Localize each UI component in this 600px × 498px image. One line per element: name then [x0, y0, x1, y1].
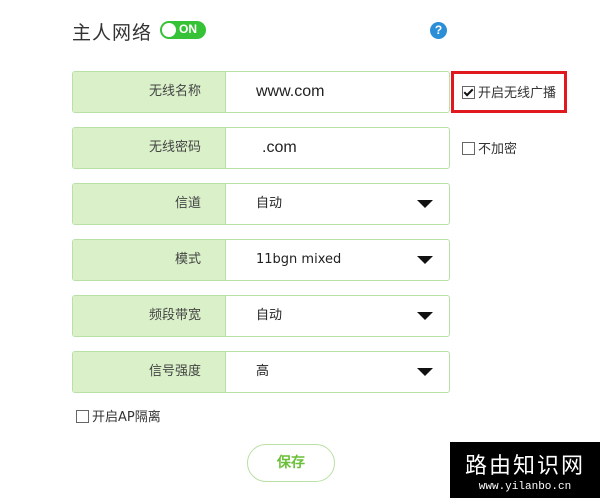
highlight-box — [451, 71, 567, 113]
password-input[interactable]: .com — [225, 128, 449, 168]
password-label: 无线密码 — [73, 128, 225, 168]
no-encrypt-label: 不加密 — [478, 142, 518, 157]
ap-isolation-checkbox[interactable]: 开启AP隔离 — [76, 410, 161, 425]
chevron-down-icon — [417, 312, 433, 320]
watermark-en: www.yilanbo.cn — [478, 481, 572, 493]
bandwidth-label: 频段带宽 — [73, 296, 225, 336]
signal-row: 信号强度 高 — [72, 351, 450, 393]
page-title: 主人网络 — [72, 22, 153, 44]
chevron-down-icon — [417, 256, 433, 264]
channel-label: 信道 — [73, 184, 225, 224]
chevron-down-icon — [417, 368, 433, 376]
channel-select[interactable]: 自动 — [225, 184, 449, 224]
channel-value: 自动 — [256, 196, 283, 211]
checkbox-icon — [462, 142, 475, 155]
bandwidth-value: 自动 — [256, 308, 283, 323]
ssid-row: 无线名称 www.com — [72, 71, 450, 113]
channel-row: 信道 自动 — [72, 183, 450, 225]
watermark-cn: 路由知识网 — [464, 454, 585, 479]
no-encrypt-checkbox[interactable]: 不加密 — [462, 142, 517, 157]
watermark: 路由知识网 www.yilanbo.cn — [450, 442, 600, 498]
mode-select[interactable]: 11bgn mixed — [225, 240, 449, 280]
mode-value: 11bgn mixed — [256, 252, 342, 267]
bandwidth-row: 频段带宽 自动 — [72, 295, 450, 337]
save-button[interactable]: 保存 — [247, 444, 335, 482]
toggle-label: ON — [179, 22, 197, 36]
mode-row: 模式 11bgn mixed — [72, 239, 450, 281]
mode-label: 模式 — [73, 240, 225, 280]
network-toggle[interactable]: ON — [160, 21, 206, 39]
help-icon[interactable]: ? — [430, 22, 447, 39]
bandwidth-select[interactable]: 自动 — [225, 296, 449, 336]
password-row: 无线密码 .com — [72, 127, 450, 169]
chevron-down-icon — [417, 200, 433, 208]
ap-isolation-label: 开启AP隔离 — [92, 410, 161, 425]
signal-value: 高 — [256, 364, 270, 379]
ssid-input[interactable]: www.com — [225, 72, 449, 112]
toggle-knob — [162, 23, 176, 37]
ssid-label: 无线名称 — [73, 72, 225, 112]
signal-label: 信号强度 — [73, 352, 225, 392]
signal-select[interactable]: 高 — [225, 352, 449, 392]
checkbox-icon — [76, 410, 89, 423]
